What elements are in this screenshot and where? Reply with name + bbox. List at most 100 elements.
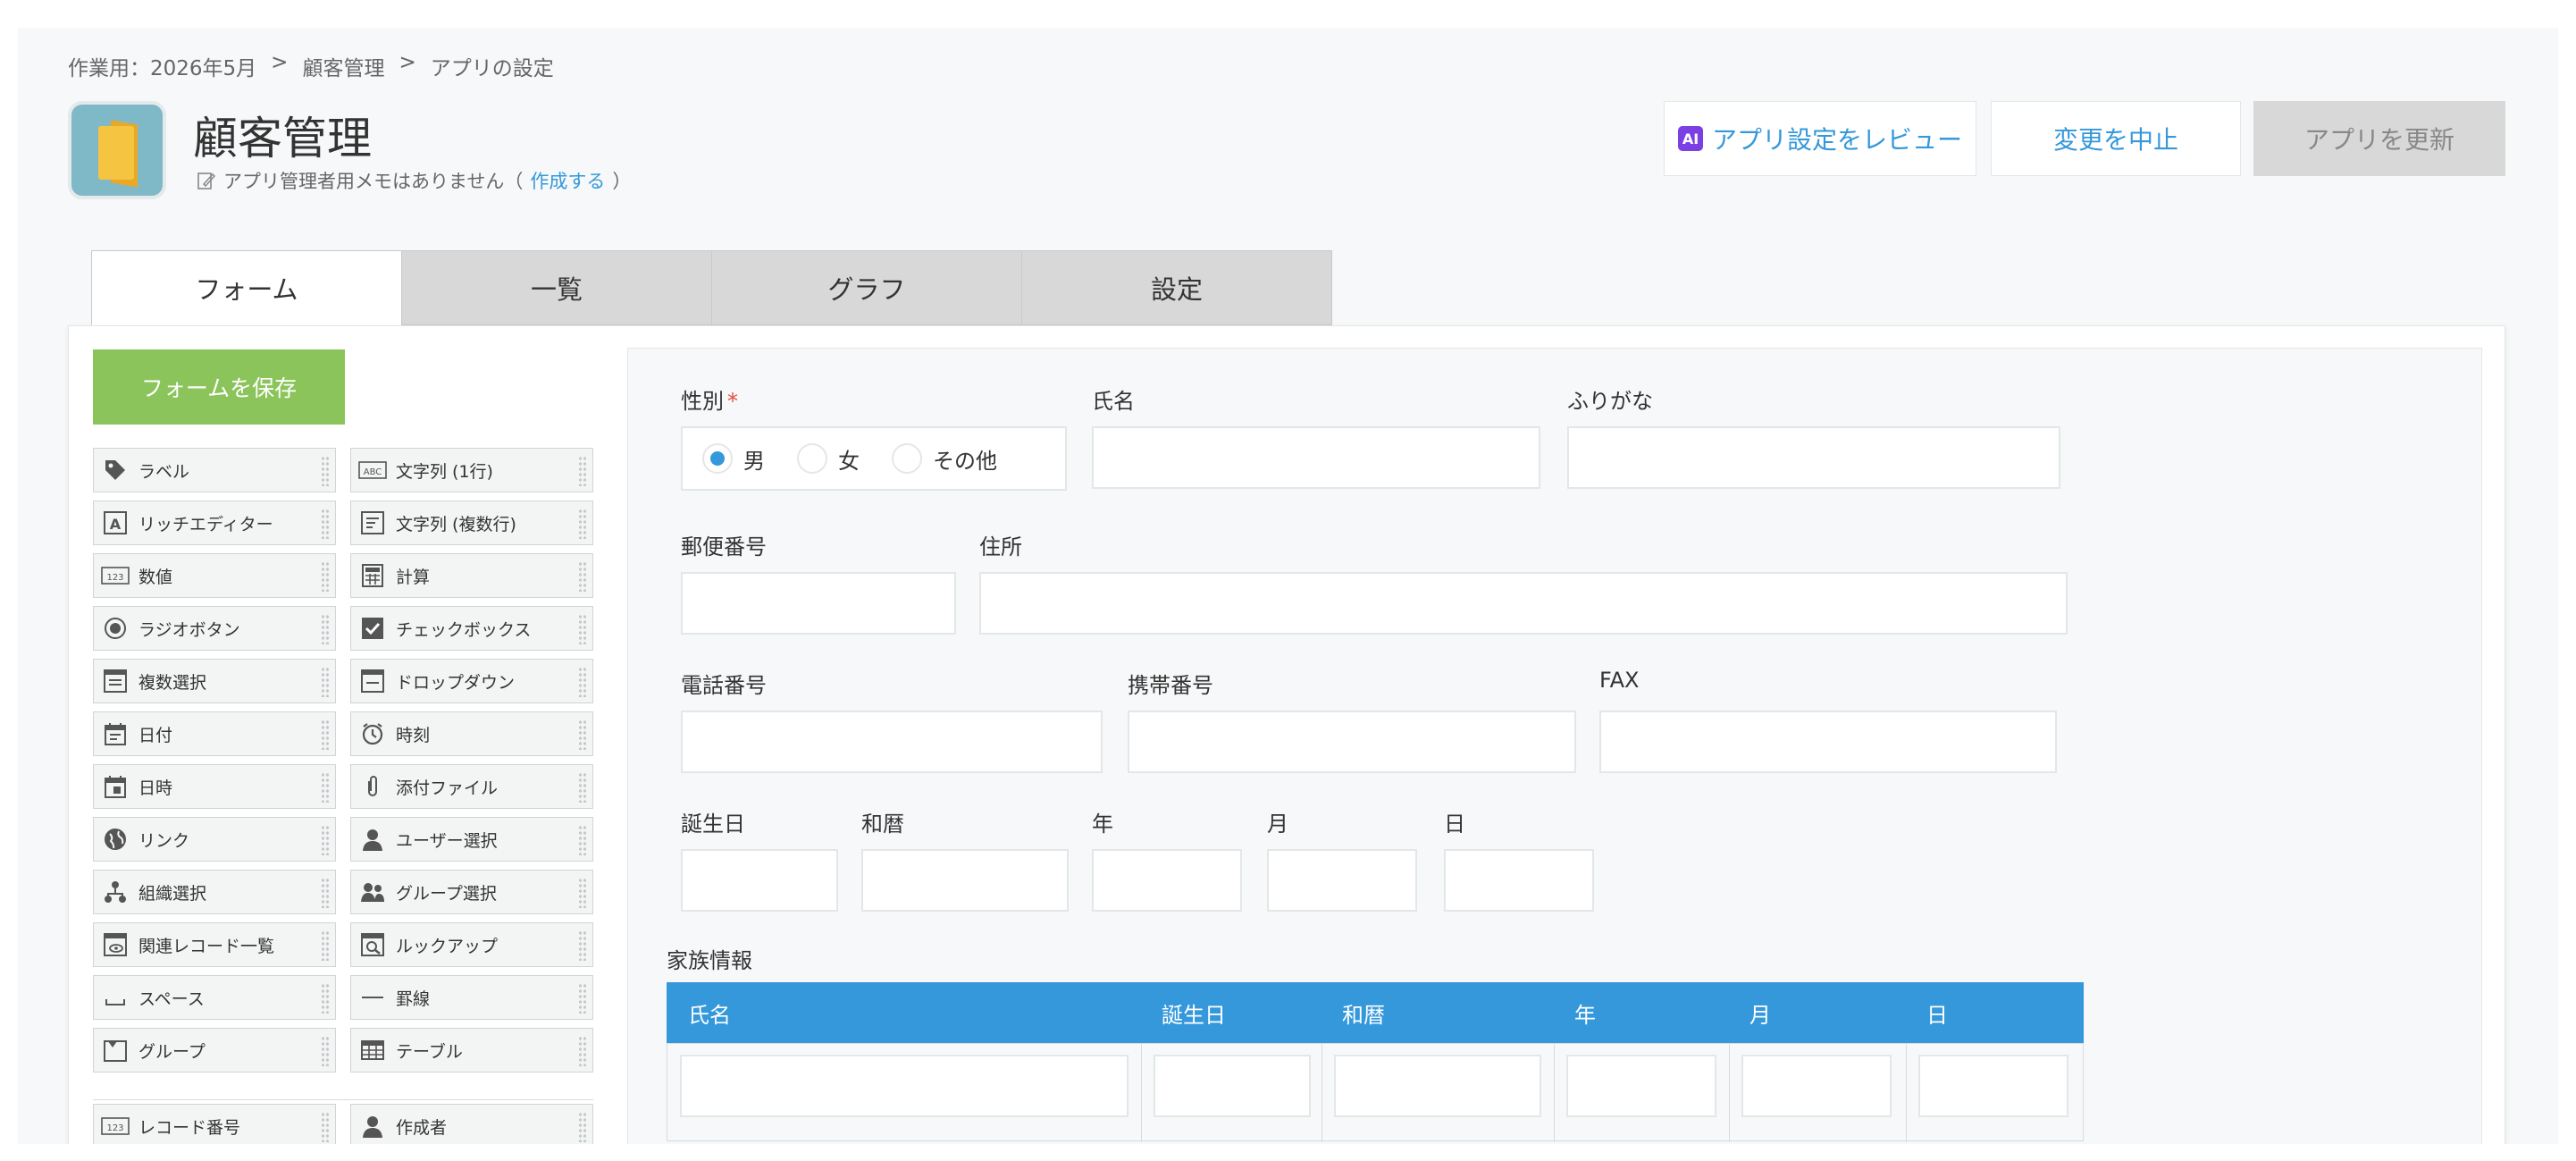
palette-item-label: ラベル [138,461,190,482]
drag-handle-icon[interactable] [578,561,587,592]
address-field[interactable] [979,572,2068,635]
address-label: 住所 [979,534,1022,559]
table-day-input[interactable] [1918,1055,2068,1117]
drag-handle-icon[interactable] [321,614,330,644]
palette-item[interactable]: 123 レコード番号 [93,1104,336,1144]
tag-icon [101,456,130,484]
table-year-input[interactable] [1566,1055,1716,1117]
tab-list[interactable]: 一覧 [401,250,712,325]
calculator-icon [358,561,387,590]
tab-settings[interactable]: 設定 [1021,250,1332,325]
wareki-field[interactable] [861,849,1069,912]
review-settings-button[interactable]: AI アプリ設定をレビュー [1664,101,1976,176]
table-name-input[interactable] [680,1055,1129,1117]
palette-item[interactable]: グループ選択 [350,870,593,914]
drag-handle-icon[interactable] [321,667,330,697]
postal-field[interactable] [681,572,956,635]
palette-item[interactable]: ユーザー選択 [350,817,593,862]
drag-handle-icon[interactable] [321,983,330,1014]
phone-field[interactable] [681,711,1103,773]
family-table-header: 氏名 誕生日 和暦 年 月 日 [667,982,2084,1043]
drag-handle-icon[interactable] [578,772,587,803]
fax-field[interactable] [1599,711,2057,773]
palette-item[interactable]: 添付ファイル [350,764,593,809]
breadcrumb-app[interactable]: 顧客管理 [302,51,384,81]
table-birthday-input[interactable] [1154,1055,1311,1117]
palette-item[interactable]: 罫線 [350,975,593,1020]
ai-icon: AI [1677,126,1703,151]
palette-item-label: 日付 [138,725,173,745]
palette-item[interactable]: 組織選択 [93,870,336,914]
drag-handle-icon[interactable] [578,614,587,644]
radio-male-label: 男 [743,448,765,474]
drag-handle-icon[interactable] [321,456,330,486]
cancel-changes-button[interactable]: 変更を中止 [1991,101,2241,176]
palette-item[interactable]: リンク [93,817,336,862]
drag-handle-icon[interactable] [578,1036,587,1066]
palette-item[interactable]: ABC 文字列 (1行) [350,448,593,492]
palette-item[interactable]: ドロップダウン [350,659,593,703]
furigana-label: ふりがな [1567,389,1653,414]
month-field[interactable] [1267,849,1417,912]
palette-item[interactable]: 関連レコード一覧 [93,922,336,967]
drag-handle-icon[interactable] [578,1112,587,1142]
palette-item[interactable]: ルックアップ [350,922,593,967]
radio-female-label: 女 [838,448,860,474]
tab-graph[interactable]: グラフ [711,250,1022,325]
radio-female[interactable]: 女 [797,443,860,475]
name-field[interactable] [1092,426,1540,489]
radio-unselected-icon [797,443,827,474]
save-form-button[interactable]: フォームを保存 [93,349,345,425]
drag-handle-icon[interactable] [321,561,330,592]
drag-handle-icon[interactable] [321,719,330,750]
palette-item[interactable]: 作成者 [350,1104,593,1144]
drag-handle-icon[interactable] [578,667,587,697]
palette-item[interactable]: 日付 [93,711,336,756]
day-field[interactable] [1444,849,1594,912]
drag-handle-icon[interactable] [578,456,587,486]
palette-item[interactable]: 計算 [350,553,593,598]
palette-item[interactable]: 時刻 [350,711,593,756]
update-app-button[interactable]: アプリを更新 [2253,101,2505,176]
drag-handle-icon[interactable] [578,878,587,908]
palette-item[interactable]: ラベル [93,448,336,492]
birthday-field[interactable] [681,849,838,912]
number-icon: 123 [101,561,130,590]
palette-item[interactable]: 複数選択 [93,659,336,703]
palette-item[interactable]: 文字列 (複数行) [350,501,593,545]
drag-handle-icon[interactable] [578,983,587,1014]
drag-handle-icon[interactable] [321,1112,330,1142]
palette-item[interactable]: 日時 [93,764,336,809]
drag-handle-icon[interactable] [321,878,330,908]
drag-handle-icon[interactable] [578,509,587,539]
app-icon [68,101,166,199]
drag-handle-icon[interactable] [321,825,330,855]
tab-form[interactable]: フォーム [91,250,402,325]
table-wareki-input[interactable] [1334,1055,1541,1117]
palette-item[interactable]: ラジオボタン [93,606,336,651]
drag-handle-icon[interactable] [578,930,587,961]
palette-item[interactable]: グループ [93,1028,336,1073]
table-month-input[interactable] [1741,1055,1892,1117]
mobile-field[interactable] [1128,711,1576,773]
palette-item[interactable]: テーブル [350,1028,593,1073]
drag-handle-icon[interactable] [321,772,330,803]
year-field[interactable] [1092,849,1242,912]
memo-create-link[interactable]: 作成する [530,167,605,194]
radio-male[interactable]: 男 [702,443,765,475]
breadcrumb-space[interactable]: 作業用：2026年5月 [68,51,256,81]
drag-handle-icon[interactable] [578,719,587,750]
furigana-field[interactable] [1567,426,2060,489]
breadcrumb: 作業用：2026年5月 > 顧客管理 > アプリの設定 [68,51,554,81]
palette-item[interactable]: A リッチエディター [93,501,336,545]
fax-label: FAX [1599,668,1640,693]
drag-handle-icon[interactable] [321,1036,330,1066]
palette-item[interactable]: チェックボックス [350,606,593,651]
drag-handle-icon[interactable] [321,930,330,961]
family-table-label: 家族情報 [667,948,752,973]
radio-other[interactable]: その他 [892,443,997,475]
palette-item[interactable]: スペース [93,975,336,1020]
drag-handle-icon[interactable] [578,825,587,855]
drag-handle-icon[interactable] [321,509,330,539]
palette-item[interactable]: 123 数値 [93,553,336,598]
